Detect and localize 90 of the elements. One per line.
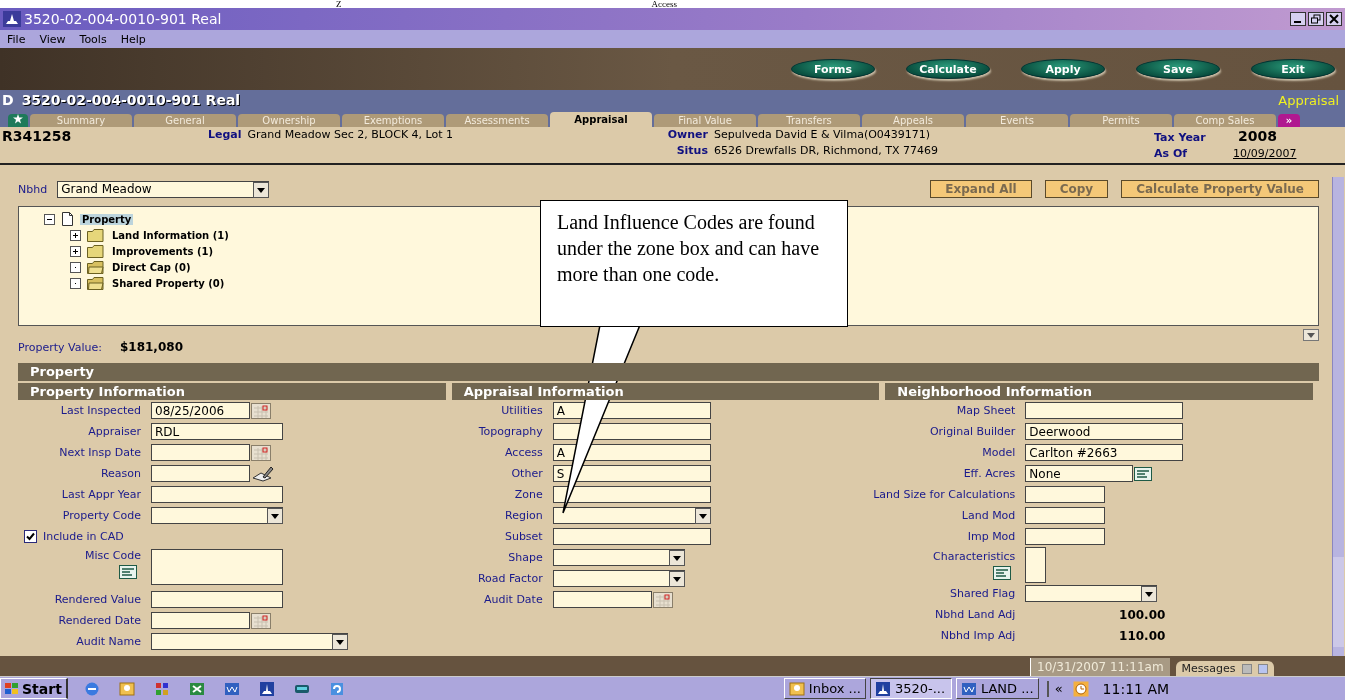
field-value: Sepulveda David E & Vilma(O0439171) bbox=[714, 128, 931, 141]
field-label: Imp Mod bbox=[967, 530, 1016, 543]
field-label: Misc Code bbox=[85, 549, 141, 562]
toolbar-button[interactable]: Apply bbox=[1021, 59, 1105, 79]
field-label: Nbhd Imp Adj bbox=[940, 629, 1016, 642]
checkbox-label: Include in CAD bbox=[43, 530, 124, 543]
tree-item[interactable]: Land Information (1) bbox=[110, 229, 231, 241]
field-value: 110.00 bbox=[1118, 628, 1166, 643]
field-value: 10/09/2007 bbox=[1233, 147, 1297, 160]
taskbar-button[interactable]: 3520-... bbox=[869, 678, 952, 699]
cropped-text: Access bbox=[651, 0, 677, 8]
field-label: Audit Name bbox=[76, 635, 141, 648]
field-label: Legal bbox=[208, 128, 242, 141]
taskbar-button[interactable]: LAND ... bbox=[955, 678, 1039, 699]
more-tabs-button[interactable]: » bbox=[1278, 114, 1300, 127]
field-label: Property Value: bbox=[18, 341, 102, 355]
menu-item[interactable]: Tools bbox=[79, 32, 107, 46]
field-label: Road Factor bbox=[477, 572, 543, 585]
field-label: Reason bbox=[100, 467, 141, 480]
cropped-text: Z bbox=[336, 0, 342, 8]
field-label: Original Builder bbox=[929, 425, 1016, 438]
field-label: Land Mod bbox=[961, 509, 1016, 522]
field-label: Nbhd bbox=[18, 182, 48, 196]
tree-item[interactable]: Improvements (1) bbox=[110, 245, 216, 257]
field-label: Characteristics bbox=[933, 550, 1016, 563]
field-label: Region bbox=[505, 509, 543, 522]
field-value: Grand Meadow Sec 2, BLOCK 4, Lot 1 bbox=[247, 128, 454, 141]
input-field[interactable]: Carlton #2663 bbox=[1025, 444, 1184, 461]
record-id: R341258 bbox=[2, 128, 72, 144]
section-name: Appraisal bbox=[1278, 92, 1339, 108]
field-label: Rendered Date bbox=[58, 614, 141, 627]
section-header: Property bbox=[18, 363, 1319, 381]
start-button[interactable]: Start bbox=[0, 678, 68, 699]
field-label: Map Sheet bbox=[956, 404, 1016, 417]
field-label: Other bbox=[511, 467, 543, 480]
record-type-letter: D bbox=[2, 92, 14, 108]
menu-item[interactable]: View bbox=[39, 32, 66, 46]
input-field[interactable]: None bbox=[1025, 465, 1134, 482]
messages-tab[interactable]: Messages bbox=[1175, 661, 1274, 676]
field-label: Situs bbox=[675, 144, 708, 157]
input-field[interactable]: Deerwood bbox=[1025, 423, 1184, 440]
toolbar-button[interactable]: Exit bbox=[1251, 59, 1335, 79]
field-label: Access bbox=[505, 446, 543, 459]
field-label: Tax Year bbox=[1154, 131, 1207, 144]
subsection-header: Neighborhood Information bbox=[885, 383, 1313, 400]
input-field[interactable]: A bbox=[552, 444, 711, 461]
clock: 11:11 AM bbox=[1102, 680, 1170, 697]
field-label: Shape bbox=[508, 551, 543, 564]
field-label: Last Appr Year bbox=[61, 488, 141, 501]
window-title: 3520-02-004-0010-901 Real bbox=[24, 11, 223, 27]
toolbar-button[interactable]: Forms bbox=[791, 59, 875, 79]
field-label: Appraiser bbox=[88, 425, 141, 438]
field-label: Audit Date bbox=[484, 593, 543, 606]
field-value: 2008 bbox=[1238, 128, 1277, 144]
field-value: 6526 Drewfalls DR, Richmond, TX 77469 bbox=[714, 144, 938, 157]
subsection-header: Appraisal Information bbox=[451, 383, 880, 400]
menu-item[interactable]: Help bbox=[120, 32, 146, 46]
field-label: Subset bbox=[504, 530, 543, 543]
input-field[interactable]: S bbox=[552, 465, 711, 482]
field-label: Next Insp Date bbox=[59, 446, 141, 459]
field-label: Property Code bbox=[62, 509, 141, 522]
field-label: Eff. Acres bbox=[963, 467, 1016, 480]
tray-expand-button[interactable]: « bbox=[1052, 681, 1065, 696]
taskbar-button[interactable]: Inbox ... bbox=[783, 678, 866, 699]
tree-item[interactable]: Shared Property (0) bbox=[110, 277, 227, 289]
tab[interactable]: Appraisal bbox=[550, 112, 652, 127]
field-label: Last Inspected bbox=[60, 404, 141, 417]
field-label: Land Size for Calculations bbox=[873, 488, 1016, 501]
subsection-header: Property Information bbox=[18, 383, 446, 400]
menu-item[interactable]: File bbox=[7, 32, 26, 46]
tree-item[interactable]: Direct Cap (0) bbox=[110, 261, 193, 273]
field-label: Model bbox=[982, 446, 1016, 459]
field-label: Owner bbox=[666, 128, 708, 141]
dropdown[interactable]: Grand Meadow bbox=[57, 180, 270, 198]
field-value: 100.00 bbox=[1118, 607, 1166, 622]
toolbar-button[interactable]: Save bbox=[1136, 59, 1220, 79]
field-label: Utilities bbox=[501, 404, 543, 417]
toolbar-button[interactable]: Calculate bbox=[906, 59, 990, 79]
input-field[interactable]: RDL bbox=[151, 423, 283, 440]
field-label: Topography bbox=[478, 425, 543, 438]
property-value: $181,080 bbox=[119, 340, 183, 355]
field-label: Shared Flag bbox=[950, 587, 1016, 600]
field-label: Zone bbox=[514, 488, 543, 501]
record-title: 3520-02-004-0010-901 Real bbox=[21, 92, 242, 108]
date-field[interactable]: 08/25/2006 bbox=[151, 402, 250, 419]
status-datetime: 10/31/2007 11:11am bbox=[1030, 658, 1170, 676]
field-label: As Of bbox=[1154, 147, 1189, 160]
tree-item[interactable]: Property bbox=[80, 213, 134, 225]
field-label: Rendered Value bbox=[54, 593, 141, 606]
field-label: Nbhd Land Adj bbox=[935, 608, 1016, 621]
